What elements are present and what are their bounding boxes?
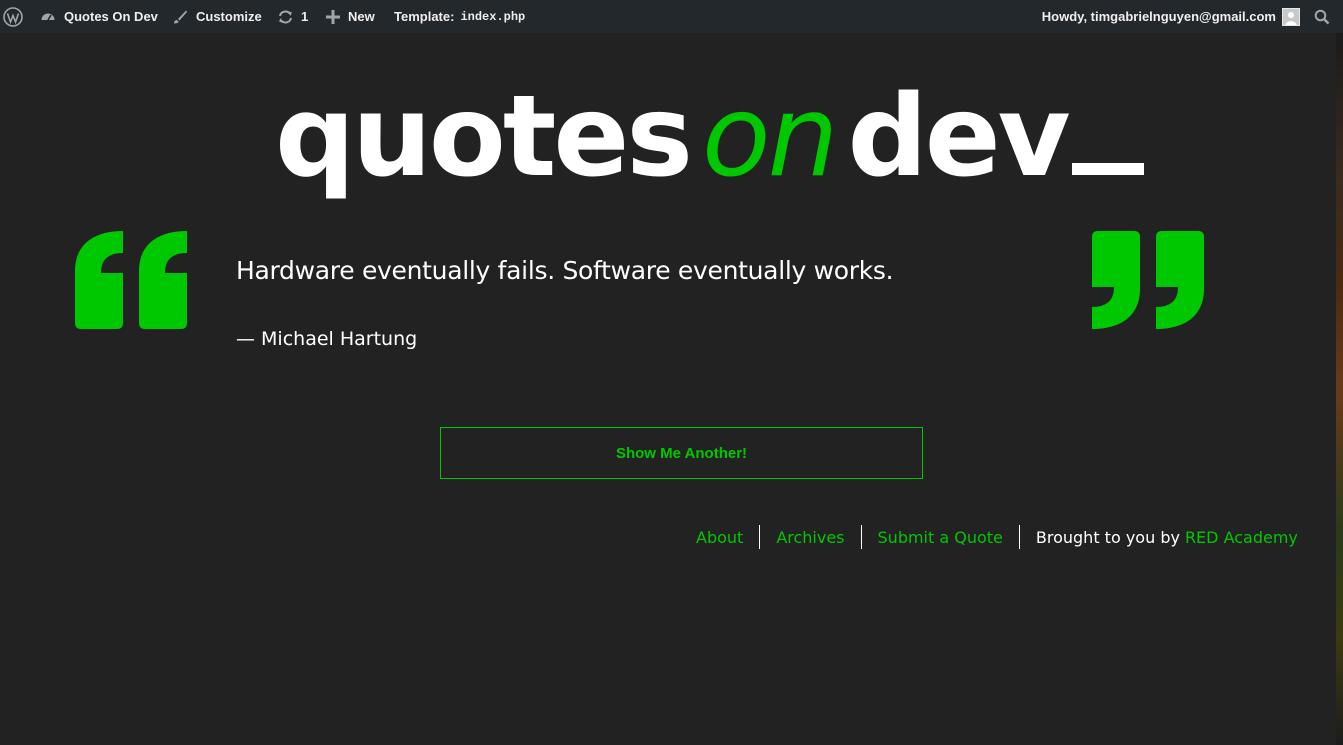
template-label: Template: <box>394 9 455 24</box>
customize-label: Customize <box>196 9 262 24</box>
logo-word-quotes: quotes <box>275 72 693 202</box>
site-logo[interactable]: quotes on dev <box>275 62 1144 212</box>
close-quote-icon <box>1092 231 1204 329</box>
wordpress-logo-icon[interactable] <box>3 0 23 33</box>
howdy-label: Howdy, timgabrielnguyen@gmail.com <box>1041 9 1276 24</box>
open-quote-icon <box>75 231 187 329</box>
quote-author: — Michael Hartung <box>236 328 418 350</box>
dashboard-icon <box>40 9 56 25</box>
logo-word-on: on <box>702 72 839 202</box>
template-file: index.php <box>460 9 526 24</box>
brush-icon <box>172 9 188 25</box>
quote-text: Hardware eventually fails. Software even… <box>236 256 894 285</box>
footer-credit: Brought to you by RED Academy <box>1020 528 1298 547</box>
admin-bar: Quotes On Dev Customize 1 New Template: … <box>0 0 1343 33</box>
updates-menu[interactable]: 1 <box>277 0 308 33</box>
logo-word-dev: dev <box>847 72 1071 202</box>
customize-menu[interactable]: Customize <box>172 0 262 33</box>
new-content-menu[interactable]: New <box>326 0 375 33</box>
show-me-another-button[interactable]: Show Me Another! <box>440 427 923 479</box>
footer-nav: About Archives Submit a Quote Brought to… <box>680 524 1298 550</box>
logo-cursor-underscore <box>1071 163 1144 175</box>
account-menu[interactable]: Howdy, timgabrielnguyen@gmail.com <box>1042 0 1300 33</box>
footer-credit-prefix: Brought to you by <box>1035 527 1180 547</box>
footer-link-archives[interactable]: Archives <box>760 528 860 547</box>
search-icon[interactable] <box>1314 0 1330 33</box>
site-name-label: Quotes On Dev <box>64 9 158 24</box>
site-name-menu[interactable]: Quotes On Dev <box>40 0 158 33</box>
avatar <box>1282 7 1300 26</box>
updates-count: 1 <box>301 9 309 24</box>
footer-link-submit-quote[interactable]: Submit a Quote <box>862 528 1019 547</box>
plus-icon <box>326 9 340 24</box>
footer-credit-brand-link[interactable]: RED Academy <box>1185 528 1298 547</box>
footer-link-about[interactable]: About <box>680 528 759 547</box>
refresh-icon <box>277 9 294 25</box>
new-label: New <box>348 9 375 24</box>
template-info[interactable]: Template: index.php <box>394 0 525 33</box>
desktop-background-edge <box>1336 33 1343 745</box>
